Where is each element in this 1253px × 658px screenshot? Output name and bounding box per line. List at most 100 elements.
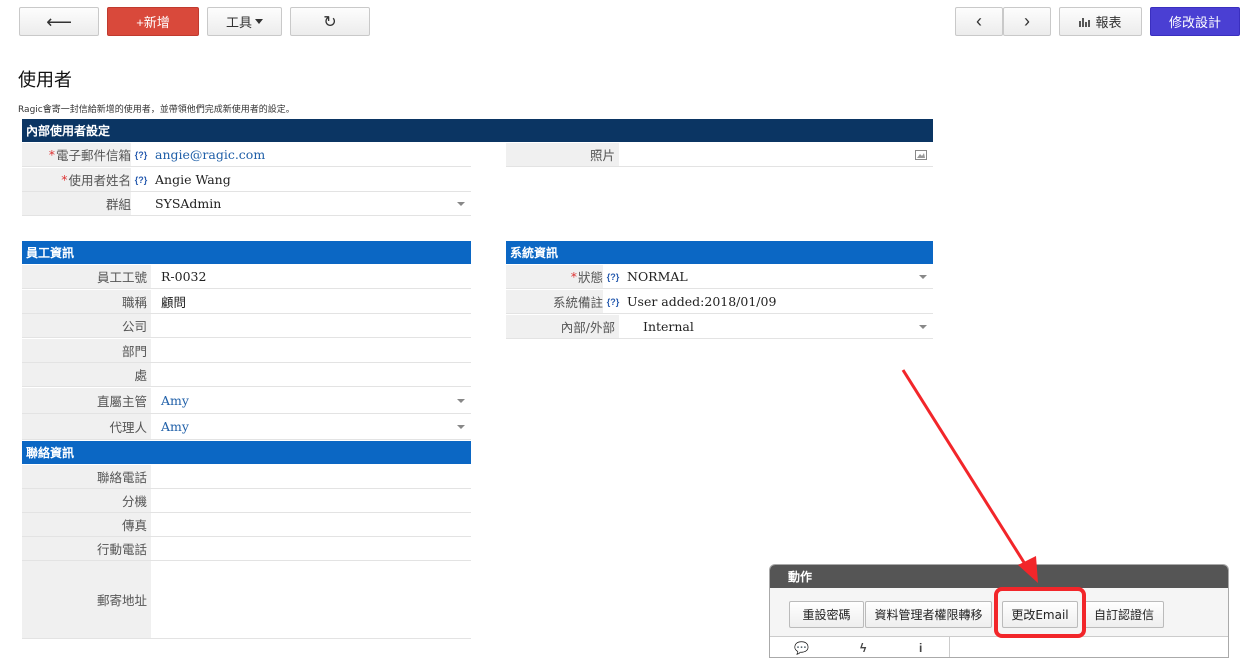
chevron-right-icon: › — [1024, 11, 1030, 31]
field-label: 公司 — [22, 314, 151, 337]
field-row-employee: 公司 — [22, 314, 471, 338]
dropdown-caret-icon — [457, 425, 465, 429]
address-field[interactable] — [151, 561, 471, 638]
status-select[interactable]: NORMAL — [623, 265, 933, 288]
image-icon — [915, 150, 927, 160]
field-label: 分機 — [22, 489, 151, 512]
bolt-icon[interactable]: ϟ — [860, 641, 866, 655]
dropdown-caret-icon — [457, 399, 465, 403]
refresh-button[interactable]: ↻ — [290, 7, 370, 36]
field-value: R-0032 — [161, 269, 207, 284]
action-panel-header: 動作 — [770, 565, 1228, 588]
email-field[interactable]: angie@ragic.com — [151, 143, 471, 166]
help-icon[interactable]: {?} — [603, 265, 623, 288]
custom-verification-email-button[interactable]: 自訂認證信 — [1084, 601, 1164, 628]
action-panel-footer: 💬 ϟ i — [770, 636, 1228, 657]
section-system-header: 系統資訊 — [506, 241, 933, 264]
field-label: 代理人 — [22, 414, 151, 439]
field-row-contact: 分機 — [22, 489, 471, 513]
refresh-icon: ↻ — [323, 13, 337, 31]
field-row-contact: 郵寄地址 — [22, 561, 471, 639]
new-button[interactable]: +新增 — [107, 7, 199, 36]
field-value: Amy — [161, 419, 189, 434]
dropdown-caret-icon — [919, 275, 927, 279]
section-internal-header: 內部使用者設定 — [22, 119, 933, 142]
text-field[interactable] — [151, 537, 471, 560]
edit-design-button[interactable]: 修改設計 — [1150, 7, 1240, 36]
field-row-contact: 行動電話 — [22, 537, 471, 561]
dropdown-caret-icon — [919, 325, 927, 329]
internal-external-select[interactable]: Internal — [639, 315, 933, 338]
chevron-left-icon: ‹ — [976, 11, 982, 31]
section-contact-header: 聯絡資訊 — [22, 441, 471, 464]
field-value: 顧問 — [161, 295, 187, 310]
field-row-photo: 照片 — [506, 143, 933, 167]
field-label: 聯絡電話 — [22, 465, 151, 488]
page-title: 使用者 — [18, 70, 72, 91]
highlight-box — [994, 587, 1086, 638]
field-row-employee: 直屬主管 Amy — [22, 388, 471, 414]
field-row-note: 系統備註 {?} User added:2018/01/09 — [506, 290, 933, 314]
group-select[interactable]: SYSAdmin — [151, 192, 471, 215]
field-label: 職稱 — [22, 290, 151, 313]
prev-record-button[interactable]: ‹ — [955, 7, 1003, 36]
text-field[interactable]: R-0032 — [151, 265, 471, 288]
user-select[interactable]: Amy — [151, 388, 471, 413]
field-row-status: * 狀態 {?} NORMAL — [506, 265, 933, 289]
section-employee-header: 員工資訊 — [22, 241, 471, 264]
report-label: 報表 — [1095, 15, 1122, 30]
next-record-button[interactable]: › — [1003, 7, 1051, 36]
field-row-employee: 部門 — [22, 339, 471, 363]
bar-chart-icon — [1079, 17, 1091, 27]
field-row-employee: 處 — [22, 363, 471, 387]
text-field[interactable] — [151, 513, 471, 536]
help-icon[interactable]: {?} — [131, 143, 151, 166]
divider — [949, 637, 950, 657]
field-row-contact: 聯絡電話 — [22, 465, 471, 489]
field-row-inout: 內部/外部 Internal — [506, 315, 933, 339]
field-label: 內部/外部 — [506, 315, 619, 338]
name-field[interactable]: Angie Wang — [151, 168, 471, 191]
field-label: 傳真 — [22, 513, 151, 536]
help-icon[interactable]: {?} — [603, 290, 623, 313]
help-icon[interactable]: {?} — [131, 168, 151, 191]
field-row-name: * 使用者姓名 {?} Angie Wang — [22, 168, 471, 192]
field-label: 郵寄地址 — [22, 561, 151, 638]
user-select[interactable]: Amy — [151, 414, 471, 439]
dropdown-caret-icon — [457, 202, 465, 206]
text-field[interactable] — [151, 465, 471, 488]
system-note-field[interactable]: User added:2018/01/09 — [623, 290, 933, 313]
field-row-email: * 電子郵件信箱 {?} angie@ragic.com — [22, 143, 471, 167]
field-row-employee: 職稱 顧問 — [22, 290, 471, 314]
transfer-admin-button[interactable]: 資料管理者權限轉移 — [865, 601, 992, 628]
text-field[interactable] — [151, 489, 471, 512]
field-label: 直屬主管 — [22, 388, 151, 413]
field-row-contact: 傳真 — [22, 513, 471, 537]
field-label: 行動電話 — [22, 537, 151, 560]
tools-button[interactable]: 工具 — [207, 7, 282, 36]
field-label: 處 — [22, 363, 151, 386]
field-label: 群組 — [22, 192, 131, 215]
field-row-employee: 員工工號 R-0032 — [22, 265, 471, 289]
tools-label: 工具 — [225, 15, 252, 30]
field-label: * 電子郵件信箱 — [22, 143, 131, 166]
text-field[interactable] — [151, 314, 471, 337]
info-icon[interactable]: i — [919, 641, 922, 655]
arrow-left-icon: ⟵ — [46, 11, 72, 32]
text-field[interactable] — [151, 339, 471, 362]
field-label: 照片 — [506, 143, 619, 166]
back-button[interactable]: ⟵ — [19, 7, 99, 36]
field-label: * 狀態 — [506, 265, 603, 288]
field-label: 部門 — [22, 339, 151, 362]
field-value: Amy — [161, 393, 189, 408]
field-row-employee: 代理人 Amy — [22, 414, 471, 440]
reset-password-button[interactable]: 重設密碼 — [789, 601, 864, 628]
text-field[interactable]: 顧問 — [151, 290, 471, 313]
comment-icon[interactable]: 💬 — [794, 641, 809, 655]
field-row-group: 群組 SYSAdmin — [22, 192, 471, 216]
photo-field[interactable] — [639, 143, 933, 166]
field-label: 系統備註 — [506, 290, 603, 313]
report-button[interactable]: 報表 — [1059, 7, 1142, 36]
text-field[interactable] — [151, 363, 471, 386]
caret-down-icon — [255, 19, 263, 24]
